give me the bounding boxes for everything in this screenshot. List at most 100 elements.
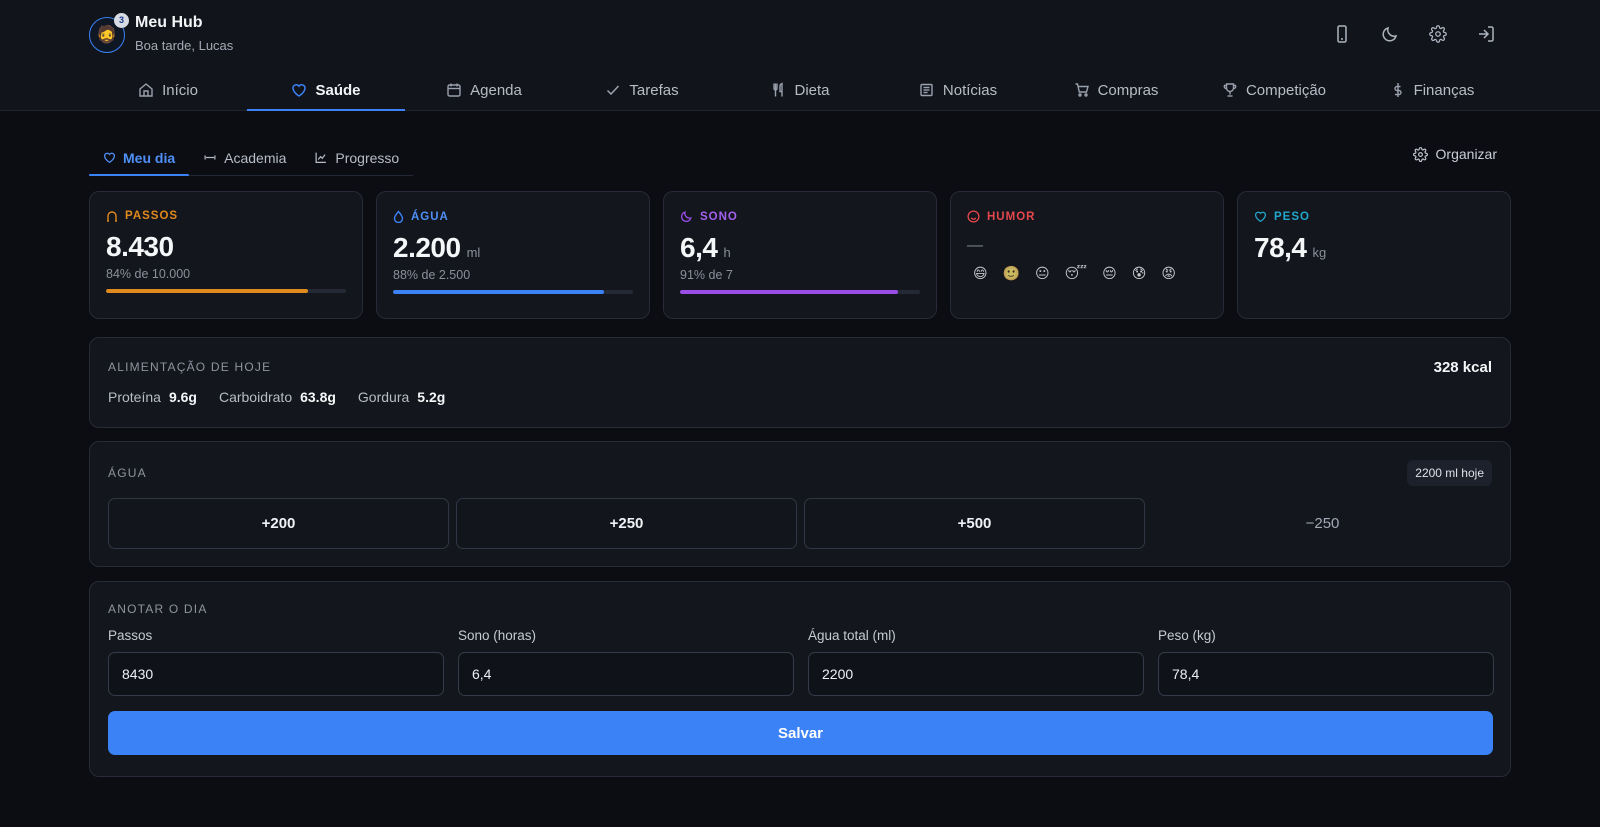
save-button[interactable]: Salvar <box>108 711 1493 755</box>
sleep-goal: 91% de 7 <box>680 268 733 282</box>
mood-option[interactable]: 😴 <box>1065 265 1087 282</box>
water-input[interactable] <box>808 652 1144 696</box>
log-fields: Passos Sono (horas) Água total (ml) Peso… <box>108 628 1494 696</box>
macro-protein: Proteína 9.6g <box>108 389 197 405</box>
nav-item-saude[interactable]: Saúde <box>247 69 405 111</box>
chart-line-icon <box>314 151 328 164</box>
heart-icon <box>103 151 116 164</box>
nav-label: Saúde <box>315 81 361 99</box>
sleep-progress <box>680 290 920 294</box>
add-250-button[interactable]: +250 <box>456 498 797 549</box>
weight-field-group: Peso (kg) <box>1158 628 1494 696</box>
tab-progresso[interactable]: Progresso <box>300 140 413 175</box>
sleep-field-group: Sono (horas) <box>458 628 794 696</box>
macros: Proteína 9.6g Carboidrato 63.8g Gordura 5.2… <box>108 389 1492 405</box>
mood-option[interactable]: 😐 <box>1035 265 1050 282</box>
protein-value: 9.6g <box>168 389 197 405</box>
cart-icon <box>1074 82 1090 98</box>
tab-meu-dia[interactable]: Meu dia <box>89 140 190 176</box>
steps-label-row: PASSOS <box>106 210 346 222</box>
nav-item-dieta[interactable]: Dieta <box>721 69 879 111</box>
mood-label-row: HUMOR <box>967 210 1207 223</box>
nav-label: Início <box>162 81 198 99</box>
macro-fat: Gordura 5.2g <box>358 389 445 405</box>
mood-value: — <box>967 237 983 254</box>
nav-item-noticias[interactable]: Notícias <box>879 69 1037 111</box>
log-title: ANOTAR O DIA <box>108 602 208 616</box>
avatar[interactable]: 🧔 3 <box>89 12 129 53</box>
food-summary-card: ALIMENTAÇÃO DE HOJE 328 kcal Proteína 9.6… <box>89 337 1511 428</box>
nav-item-competicao[interactable]: Competição <box>1195 69 1353 111</box>
main-nav: Início Saúde Agenda Tarefas Dieta Notíci… <box>89 69 1511 111</box>
calendar-icon <box>446 82 462 98</box>
mood-option[interactable]: 🙂 <box>1003 265 1020 282</box>
nav-item-agenda[interactable]: Agenda <box>405 69 563 111</box>
metric-cards: PASSOS 8.430 84% de 10.000 ÁGUA 2.200 ml… <box>89 191 1511 319</box>
trophy-icon <box>1222 82 1238 98</box>
utensils-icon <box>770 82 786 98</box>
sleep-label: SONO <box>700 210 738 223</box>
logout-icon[interactable] <box>1474 22 1498 46</box>
water-unit: ml <box>466 245 481 260</box>
food-title: ALIMENTAÇÃO DE HOJE <box>108 360 272 374</box>
steps-value: 8.430 <box>106 231 174 262</box>
sleep-label-row: SONO <box>680 210 920 223</box>
add-500-button[interactable]: +500 <box>804 498 1145 549</box>
app-title: Meu Hub <box>135 14 203 31</box>
subtabs: Meu dia Academia Progresso <box>89 140 414 176</box>
gear-icon[interactable] <box>1426 22 1450 46</box>
sleep-card[interactable]: SONO 6,4 h 91% de 7 <box>663 191 937 319</box>
weight-unit: kg <box>1312 245 1327 260</box>
brand: 🧔 3 Meu Hub Boa tarde, Lucas <box>89 12 233 56</box>
footprint-icon <box>106 210 118 222</box>
nav-label: Tarefas <box>629 81 679 99</box>
weight-value: 78,4 <box>1254 232 1307 263</box>
gear-icon <box>1412 146 1428 162</box>
add-200-button[interactable]: +200 <box>108 498 449 549</box>
sleep-input[interactable] <box>458 652 794 696</box>
mood-option[interactable]: 😡 <box>1161 265 1176 282</box>
nav-item-tarefas[interactable]: Tarefas <box>563 69 721 111</box>
steps-input[interactable] <box>108 652 444 696</box>
weight-label-row: PESO <box>1254 210 1494 223</box>
heart-icon <box>291 82 307 98</box>
steps-field-group: Passos <box>108 628 444 696</box>
water-section: ÁGUA 2200 ml hoje +200 +250 +500 −250 <box>89 441 1511 567</box>
nav-item-compras[interactable]: Compras <box>1037 69 1195 111</box>
smile-icon <box>967 210 980 223</box>
steps-card[interactable]: PASSOS 8.430 84% de 10.000 <box>89 191 363 319</box>
water-card[interactable]: ÁGUA 2.200 ml 88% de 2.500 <box>376 191 650 319</box>
check-icon <box>605 82 621 98</box>
mood-option[interactable]: 😔 <box>1102 265 1117 282</box>
heart-icon <box>1254 210 1267 223</box>
carb-label: Carboidrato <box>218 389 293 405</box>
weight-card[interactable]: PESO 78,4 kg <box>1237 191 1511 319</box>
kcal-total: 328 kcal <box>1433 359 1492 376</box>
nav-label: Agenda <box>470 81 522 99</box>
newspaper-icon <box>919 82 935 98</box>
mood-option[interactable]: 😰 <box>1132 265 1147 282</box>
moon-icon[interactable] <box>1378 22 1402 46</box>
tab-label: Academia <box>224 149 287 166</box>
sleep-field-label: Sono (horas) <box>458 628 537 643</box>
sleep-progress-fill <box>680 290 899 294</box>
mood-label: HUMOR <box>987 210 1036 223</box>
protein-label: Proteína <box>108 389 161 405</box>
water-value: 2.200 <box>393 232 461 263</box>
organize-button[interactable]: Organizar <box>1412 146 1497 162</box>
fat-label: Gordura <box>357 389 410 405</box>
home-icon <box>138 82 154 98</box>
nav-item-financas[interactable]: Finanças <box>1353 69 1511 111</box>
droplet-icon <box>393 210 404 223</box>
tab-academia[interactable]: Academia <box>189 140 300 175</box>
nav-label: Dieta <box>794 81 830 99</box>
water-buttons: +200 +250 +500 −250 <box>108 498 1493 549</box>
subtract-250-button[interactable]: −250 <box>1152 498 1493 549</box>
nav-label: Compras <box>1097 81 1159 99</box>
weight-input[interactable] <box>1158 652 1494 696</box>
nav-item-inicio[interactable]: Início <box>89 69 247 111</box>
phone-icon[interactable] <box>1330 22 1354 46</box>
nav-label: Notícias <box>942 81 998 99</box>
fat-value: 5.2g <box>417 389 446 405</box>
mood-option[interactable]: 😄 <box>973 265 988 282</box>
